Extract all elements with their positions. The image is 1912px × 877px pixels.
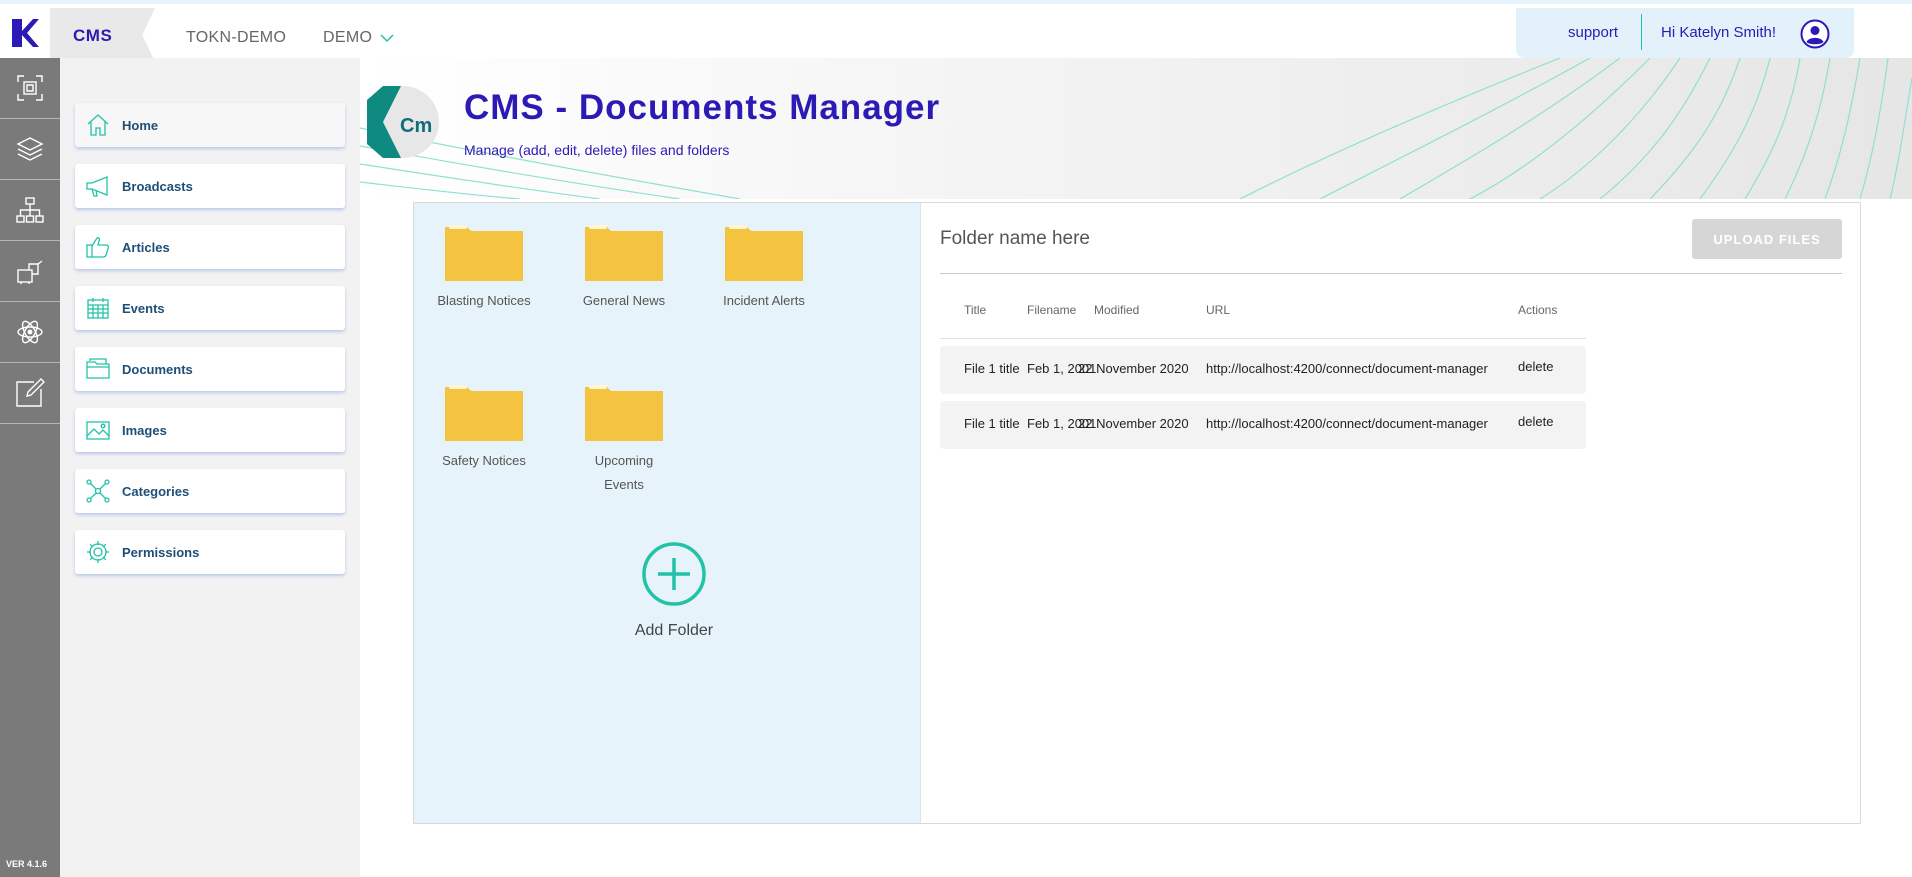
sidebar-item-categories[interactable]: Categories xyxy=(75,469,345,513)
sidebar-item-label: Broadcasts xyxy=(122,178,193,194)
folder-icon xyxy=(585,225,663,281)
cell-modified: 22 November 2020 xyxy=(1078,361,1189,376)
cell-url[interactable]: http://localhost:4200/connect/document-m… xyxy=(1206,416,1488,431)
column-header-filename[interactable]: Filename xyxy=(1027,303,1076,317)
folder-safety-notices[interactable]: Safety Notices xyxy=(424,383,544,473)
sidebar-item-images[interactable]: Images xyxy=(75,408,345,452)
folder-label: Incident Alerts xyxy=(723,293,805,308)
plus-circle-icon xyxy=(642,542,706,606)
folder-label: Blasting Notices xyxy=(437,293,531,308)
sidebar-item-articles[interactable]: Articles xyxy=(75,225,345,269)
rail-item-edit[interactable] xyxy=(0,363,60,424)
folder-name-input[interactable] xyxy=(940,221,1590,257)
column-header-modified[interactable]: Modified xyxy=(1094,303,1139,317)
megaphone-icon xyxy=(84,172,112,200)
folder-blasting-notices[interactable]: Blasting Notices xyxy=(424,223,544,313)
folder-upcoming-events[interactable]: Upcoming Events xyxy=(564,383,684,497)
sidebar: Home Broadcasts Articles Events Document… xyxy=(60,58,360,877)
sidebar-item-label: Events xyxy=(122,300,165,316)
machine-icon xyxy=(17,260,43,284)
folder-label: General News xyxy=(582,293,666,308)
image-icon xyxy=(84,416,112,444)
breadcrumb-tenant[interactable]: TOKN-DEMO xyxy=(186,29,286,47)
sidebar-item-broadcasts[interactable]: Broadcasts xyxy=(75,164,345,208)
k-logo-icon[interactable] xyxy=(0,8,50,58)
add-folder-button[interactable]: Add Folder xyxy=(619,541,729,640)
folder-incident-alerts[interactable]: Incident Alerts xyxy=(704,223,824,313)
page-subtitle: Manage (add, edit, delete) files and fol… xyxy=(464,142,730,158)
version-label: VER 4.1.6 xyxy=(6,859,48,869)
edit-icon xyxy=(16,378,45,407)
divider xyxy=(940,273,1842,274)
breadcrumb-environment-dropdown[interactable]: DEMO xyxy=(323,29,394,47)
user-divider xyxy=(1641,14,1642,50)
module-tab[interactable]: CMS xyxy=(50,8,155,62)
breadcrumb-environment-label: DEMO xyxy=(323,29,373,46)
table-header: Title Filename Modified URL Actions xyxy=(940,283,1586,339)
folder-icon xyxy=(725,225,803,281)
folder-label: Upcoming Events xyxy=(594,453,654,492)
layers-icon xyxy=(16,137,44,161)
folder-icon xyxy=(585,385,663,441)
folder-general-news[interactable]: General News xyxy=(564,223,684,313)
rail-item-machine[interactable] xyxy=(0,241,60,302)
files-table: Title Filename Modified URL Actions File… xyxy=(940,283,1586,449)
folder-label: Safety Notices xyxy=(442,453,526,468)
page-title: CMS - Documents Manager xyxy=(464,88,941,127)
sidebar-item-label: Categories xyxy=(122,483,190,499)
module-label: CMS xyxy=(73,26,113,45)
atom-icon xyxy=(17,320,43,344)
folder-icon xyxy=(84,355,112,383)
sidebar-item-label: Documents xyxy=(122,361,193,377)
sidebar-item-label: Images xyxy=(122,422,167,438)
cell-title: File 1 title xyxy=(964,416,1020,431)
sidebar-item-home[interactable]: Home xyxy=(75,103,345,147)
app-rail: VER 4.1.6 xyxy=(0,58,60,877)
top-bar: CMS TOKN-DEMO DEMO support Hi Katelyn Sm… xyxy=(0,0,1912,62)
files-pane: UPLOAD FILES Title Filename Modified URL… xyxy=(922,203,1860,823)
add-folder-label: Add Folder xyxy=(634,622,714,639)
folder-icon xyxy=(445,225,523,281)
delete-button[interactable]: delete xyxy=(1518,359,1553,374)
page-header-banner: Cm CMS - Documents Manager Manage (add, … xyxy=(360,58,1912,199)
cell-url[interactable]: http://localhost:4200/connect/document-m… xyxy=(1206,361,1488,376)
cell-modified: 22 November 2020 xyxy=(1078,416,1189,431)
sidebar-item-label: Home xyxy=(122,117,159,133)
upload-files-button[interactable]: UPLOAD FILES xyxy=(1692,219,1842,259)
column-header-actions: Actions xyxy=(1518,303,1558,317)
table-row[interactable]: File 1 title Feb 1, 2001 22 November 202… xyxy=(940,401,1586,449)
column-header-url[interactable]: URL xyxy=(1206,303,1230,317)
cm-logo-icon: Cm xyxy=(367,86,439,158)
rail-item-atom[interactable] xyxy=(0,302,60,363)
table-row[interactable]: File 1 title Feb 1, 2001 22 November 202… xyxy=(940,346,1586,394)
rail-item-scan[interactable] xyxy=(0,58,60,119)
sidebar-item-documents[interactable]: Documents xyxy=(75,347,345,391)
user-circle-icon[interactable] xyxy=(1800,19,1830,49)
cell-title: File 1 title xyxy=(964,361,1020,376)
column-header-title[interactable]: Title xyxy=(964,303,986,317)
folder-icon xyxy=(445,385,523,441)
gear-icon xyxy=(84,538,112,566)
sidebar-item-permissions[interactable]: Permissions xyxy=(75,530,345,574)
scan-icon xyxy=(17,75,43,101)
sidebar-item-label: Articles xyxy=(122,239,170,255)
rail-item-layers[interactable] xyxy=(0,119,60,180)
documents-manager-panel: Blasting Notices General News Incident A… xyxy=(413,202,1861,824)
banner-decoration xyxy=(360,58,1912,199)
delete-button[interactable]: delete xyxy=(1518,414,1553,429)
network-icon xyxy=(84,477,112,505)
rail-item-org-chart[interactable] xyxy=(0,180,60,241)
chevron-down-icon xyxy=(380,34,394,43)
calendar-icon xyxy=(84,294,112,322)
org-chart-icon xyxy=(16,197,44,223)
svg-text:Cm: Cm xyxy=(400,115,432,137)
user-area: support Hi Katelyn Smith! xyxy=(1516,8,1854,58)
user-greeting: Hi Katelyn Smith! xyxy=(1661,24,1777,41)
thumbs-up-icon xyxy=(84,233,112,261)
sidebar-item-events[interactable]: Events xyxy=(75,286,345,330)
home-icon xyxy=(84,111,112,139)
support-link[interactable]: support xyxy=(1568,24,1618,41)
folders-pane: Blasting Notices General News Incident A… xyxy=(414,203,921,823)
sidebar-item-label: Permissions xyxy=(122,544,200,560)
